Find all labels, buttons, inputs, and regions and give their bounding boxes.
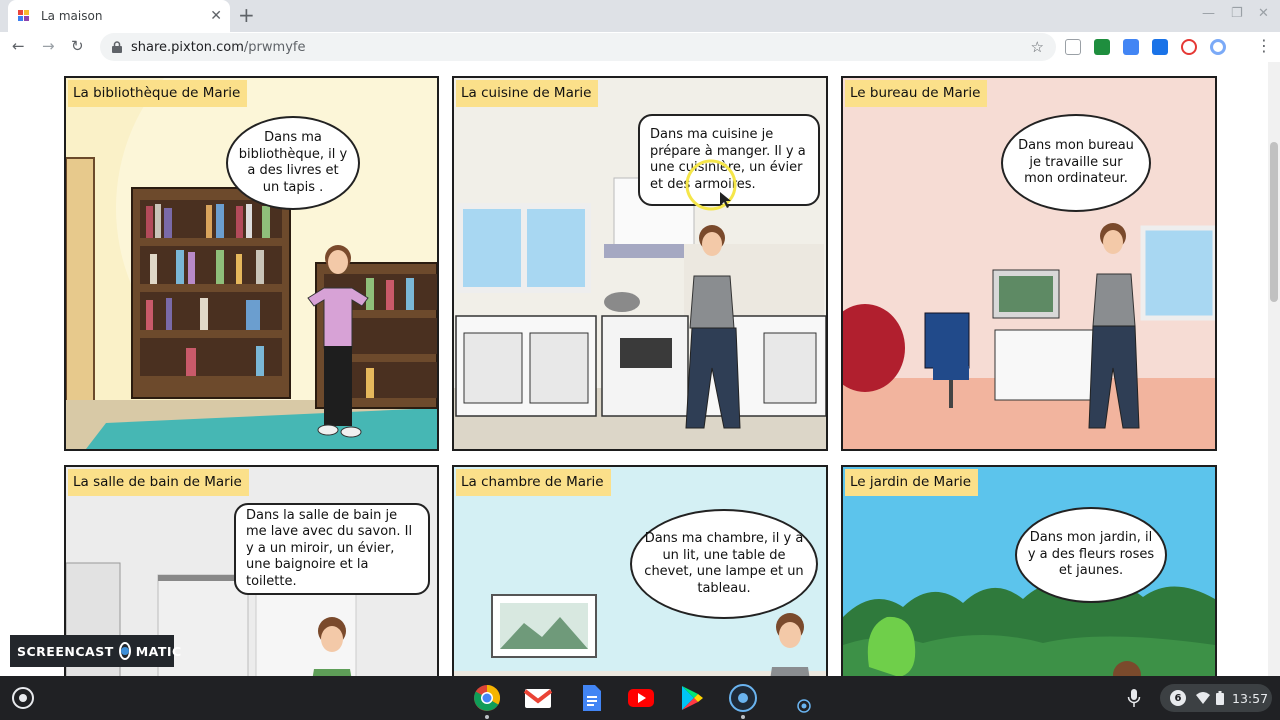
screencast-recorder-icon[interactable] xyxy=(791,693,817,719)
panel-caption: La cuisine de Marie xyxy=(456,80,599,107)
running-indicator xyxy=(741,715,745,719)
new-tab-icon[interactable]: + xyxy=(238,5,255,25)
url-host: share.pixton.com xyxy=(131,39,244,55)
chrome-icon[interactable] xyxy=(473,684,501,712)
maximize-icon[interactable]: ❐ xyxy=(1231,6,1243,21)
speech-bubble: Dans la salle de bain je me lave avec du… xyxy=(234,503,430,595)
battery-icon xyxy=(1216,691,1224,705)
comic-page: La bibliothèque de Marie Dans ma bibliot… xyxy=(0,62,1280,676)
watermark-text-right: MATIC xyxy=(135,643,182,659)
speech-bubble: Dans mon jardin, il y a des fleurs roses… xyxy=(1015,507,1167,603)
chrome-menu-icon[interactable]: ⋮ xyxy=(1256,37,1272,55)
comic-panel-bedroom: La chambre de Marie Dans ma chambre, il … xyxy=(452,465,828,676)
wifi-icon xyxy=(1196,692,1210,704)
notification-badge: 6 xyxy=(1170,690,1186,706)
play-store-icon[interactable] xyxy=(678,684,706,712)
reload-icon[interactable]: ↻ xyxy=(71,37,84,55)
screencast-extension-icon[interactable] xyxy=(1152,39,1168,55)
youtube-icon[interactable] xyxy=(627,684,655,712)
page-scrollbar[interactable] xyxy=(1268,62,1280,676)
screencast-watermark: SCREENCAST MATIC xyxy=(10,635,181,667)
comic-panel-library: La bibliothèque de Marie Dans ma bibliot… xyxy=(64,76,439,451)
back-icon[interactable]: ← xyxy=(12,37,25,55)
clock-time: 13:57 xyxy=(1232,690,1269,706)
scrollbar-thumb[interactable] xyxy=(1270,142,1278,302)
translate-extension-icon[interactable] xyxy=(1123,39,1139,55)
tab-title: La maison xyxy=(41,9,103,23)
cursor-highlight xyxy=(685,159,737,211)
bookmark-star-icon[interactable]: ☆ xyxy=(1031,38,1044,56)
extension-icon[interactable] xyxy=(1065,39,1081,55)
pixton-favicon-icon xyxy=(18,10,29,21)
docs-icon[interactable] xyxy=(577,684,605,712)
screencast-logo-icon xyxy=(118,642,131,660)
address-bar[interactable]: share.pixton.com/prwmyfe ☆ xyxy=(100,33,1056,61)
running-indicator xyxy=(485,715,489,719)
microphone-icon[interactable] xyxy=(1127,688,1141,708)
screencast-icon[interactable] xyxy=(729,684,757,712)
speech-bubble: Dans mon bureau je travaille sur mon ord… xyxy=(1001,114,1151,212)
minimize-icon[interactable]: — xyxy=(1202,6,1215,21)
speech-bubble: Dans ma chambre, il y a un lit, une tabl… xyxy=(630,509,818,619)
watermark-text-left: SCREENCAST xyxy=(17,643,114,659)
comic-panel-office: Le bureau de Marie Dans mon bureau je tr… xyxy=(841,76,1217,451)
forward-icon[interactable]: → xyxy=(42,37,55,55)
lock-icon xyxy=(112,41,122,53)
close-tab-icon[interactable]: ✕ xyxy=(210,8,222,24)
gmail-icon[interactable] xyxy=(524,684,552,712)
browser-toolbar: ← → ↻ share.pixton.com/prwmyfe ☆ xyxy=(0,32,1280,62)
panel-caption: La chambre de Marie xyxy=(456,469,611,496)
panel-caption: La salle de bain de Marie xyxy=(68,469,249,496)
status-tray[interactable]: 6 13:57 xyxy=(1160,684,1272,712)
profile-avatar-icon[interactable] xyxy=(1210,39,1226,55)
close-window-icon[interactable]: ✕ xyxy=(1258,6,1269,21)
panel-caption: Le jardin de Marie xyxy=(845,469,979,496)
extension-target-icon[interactable] xyxy=(1181,39,1197,55)
comic-panel-kitchen: La cuisine de Marie Dans ma cuisine je p… xyxy=(452,76,828,451)
tab-strip: La maison ✕ + — ❐ ✕ xyxy=(0,0,1280,32)
url-path: /prwmyfe xyxy=(243,39,306,55)
browser-tab[interactable]: La maison ✕ xyxy=(8,0,230,32)
classroom-extension-icon[interactable] xyxy=(1094,39,1110,55)
panel-caption: Le bureau de Marie xyxy=(845,80,988,107)
speech-bubble: Dans ma bibliothèque, il y a des livres … xyxy=(226,116,360,210)
comic-panel-garden: Le jardin de Marie Dans mon jardin, il y… xyxy=(841,465,1217,676)
panel-caption: La bibliothèque de Marie xyxy=(68,80,248,107)
launcher-icon[interactable] xyxy=(12,687,34,709)
